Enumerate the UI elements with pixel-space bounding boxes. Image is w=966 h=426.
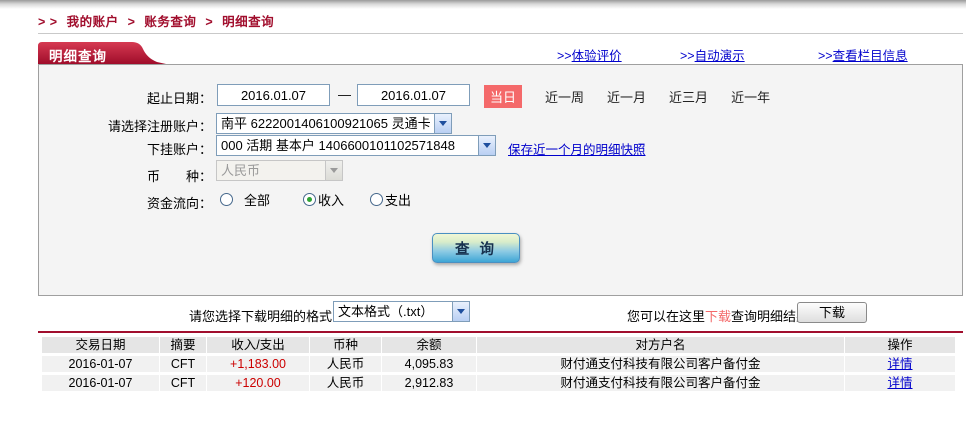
page: > > 我的账户 > 账务查询 > 明细查询 明细查询 >>体验评价 >>自动演…	[0, 0, 966, 426]
link-label: 查看栏目信息	[833, 49, 908, 63]
save-monthly-snapshot-link[interactable]: 保存近一个月的明细快照	[508, 139, 646, 158]
radio-expense-icon[interactable]	[370, 193, 383, 206]
header-summary: 摘要	[160, 337, 207, 353]
cell-summary: CFT	[160, 356, 207, 372]
register-account-label: 请选择注册账户：	[39, 116, 212, 135]
download-format-value: 文本格式（.txt）	[334, 302, 452, 321]
detail-link[interactable]: 详情	[887, 376, 912, 390]
cell-date: 2016-01-07	[42, 375, 160, 391]
table-row: 2016-01-07 CFT +120.00 人民币 2,912.83 财付通支…	[42, 375, 955, 391]
cell-amount: +120.00	[207, 375, 310, 391]
tab-label: 明细查询	[49, 45, 107, 65]
link-label: 体验评价	[572, 49, 622, 63]
dropdown-arrow-icon	[325, 161, 342, 180]
currency-label: 币 种：	[39, 166, 212, 185]
radio-all-icon[interactable]	[220, 193, 233, 206]
header-amount: 收入/支出	[207, 337, 310, 353]
quick-link-last-month[interactable]: 近一月	[607, 87, 646, 106]
link-prefix: >>	[680, 49, 695, 63]
fund-direction-group: 全部 收入 支出	[220, 190, 411, 209]
cell-currency: 人民币	[310, 375, 382, 391]
dropdown-arrow-icon	[452, 302, 469, 321]
currency-value: 人民币	[217, 161, 325, 180]
cell-summary: CFT	[160, 375, 207, 391]
cell-counterparty: 财付通支付科技有限公司客户备付金	[477, 356, 845, 372]
radio-expense-label[interactable]: 支出	[385, 190, 411, 209]
cell-counterparty: 财付通支付科技有限公司客户备付金	[477, 375, 845, 391]
table-top-divider	[38, 331, 963, 333]
header-balance: 余额	[382, 337, 477, 353]
link-prefix: >>	[818, 49, 833, 63]
fund-direction-label: 资金流向：	[39, 193, 212, 212]
download-button[interactable]: 下载	[797, 302, 867, 323]
register-account-select[interactable]: 南平 6222001406100921065 灵通卡	[216, 113, 452, 134]
date-range-label: 起止日期：	[39, 88, 212, 107]
breadcrumb-item-detail-query[interactable]: 明细查询	[222, 15, 274, 29]
date-quick-links: 当日 近一周 近一月 近三月 近一年	[484, 85, 770, 108]
query-form-panel: 起止日期： — 当日 近一周 近一月 近三月 近一年 请选择注册账户： 南平 6…	[38, 64, 963, 296]
cell-date: 2016-01-07	[42, 356, 160, 372]
download-hint-prefix: 您可以在这里	[627, 309, 705, 324]
quick-link-today[interactable]: 当日	[484, 85, 522, 108]
start-date-input[interactable]	[217, 84, 330, 106]
radio-all-label[interactable]: 全部	[244, 190, 270, 209]
link-prefix: >>	[557, 49, 572, 63]
date-range-separator: —	[338, 87, 351, 102]
quick-link-last-week[interactable]: 近一周	[545, 87, 584, 106]
download-format-label: 请您选择下载明细的格式	[150, 306, 332, 325]
download-hint-link[interactable]: 下载	[705, 309, 731, 324]
breadcrumb-prefix: > >	[38, 15, 58, 29]
cell-balance: 2,912.83	[382, 375, 477, 391]
header-currency: 币种	[310, 337, 382, 353]
register-account-value: 南平 6222001406100921065 灵通卡	[217, 114, 434, 133]
download-format-select[interactable]: 文本格式（.txt）	[333, 301, 470, 322]
end-date-input[interactable]	[357, 84, 470, 106]
quick-link-last-quarter[interactable]: 近三月	[669, 87, 708, 106]
sub-account-value: 000 活期 基本户 1406600101102571848	[217, 136, 478, 155]
link-auto-demo[interactable]: >>自动演示	[680, 45, 745, 64]
radio-option-expense[interactable]: 支出	[370, 190, 411, 209]
sub-account-select[interactable]: 000 活期 基本户 1406600101102571848	[216, 135, 496, 156]
radio-option-all[interactable]: 全部	[220, 190, 270, 209]
link-experience-review[interactable]: >>体验评价	[557, 45, 622, 64]
dropdown-arrow-icon	[434, 114, 451, 133]
quick-link-last-year[interactable]: 近一年	[731, 87, 770, 106]
sub-account-label: 下挂账户：	[39, 139, 212, 158]
link-label: 自动演示	[695, 49, 745, 63]
radio-income-label[interactable]: 收入	[318, 190, 344, 209]
link-view-column-info[interactable]: >>查看栏目信息	[818, 45, 908, 64]
dropdown-arrow-icon	[478, 136, 495, 155]
detail-link[interactable]: 详情	[887, 357, 912, 371]
header-counterparty: 对方户名	[477, 337, 845, 353]
header-date: 交易日期	[42, 337, 160, 353]
radio-option-income[interactable]: 收入	[303, 190, 344, 209]
breadcrumb-divider	[38, 33, 963, 34]
transaction-table: 交易日期 摘要 收入/支出 币种 余额 对方户名 操作 2016-01-07 C…	[42, 337, 955, 394]
table-header-row: 交易日期 摘要 收入/支出 币种 余额 对方户名 操作	[42, 337, 955, 353]
top-shadow-strip	[0, 0, 966, 9]
cell-currency: 人民币	[310, 356, 382, 372]
tab-detail-query[interactable]: 明细查询	[38, 42, 170, 64]
breadcrumb: > > 我的账户 > 账务查询 > 明细查询	[38, 11, 279, 30]
header-action: 操作	[845, 337, 955, 353]
currency-select: 人民币	[216, 160, 343, 181]
cell-balance: 4,095.83	[382, 356, 477, 372]
table-row: 2016-01-07 CFT +1,183.00 人民币 4,095.83 财付…	[42, 356, 955, 372]
cell-amount: +1,183.00	[207, 356, 310, 372]
query-button[interactable]: 查 询	[432, 233, 520, 263]
breadcrumb-item-account-query[interactable]: 账务查询	[144, 15, 196, 29]
breadcrumb-separator: >	[205, 15, 213, 29]
breadcrumb-separator: >	[128, 15, 136, 29]
breadcrumb-item-my-account[interactable]: 我的账户	[67, 15, 119, 29]
download-hint: 您可以在这里下载查询明细结果	[627, 306, 809, 325]
radio-income-icon[interactable]	[303, 193, 316, 206]
